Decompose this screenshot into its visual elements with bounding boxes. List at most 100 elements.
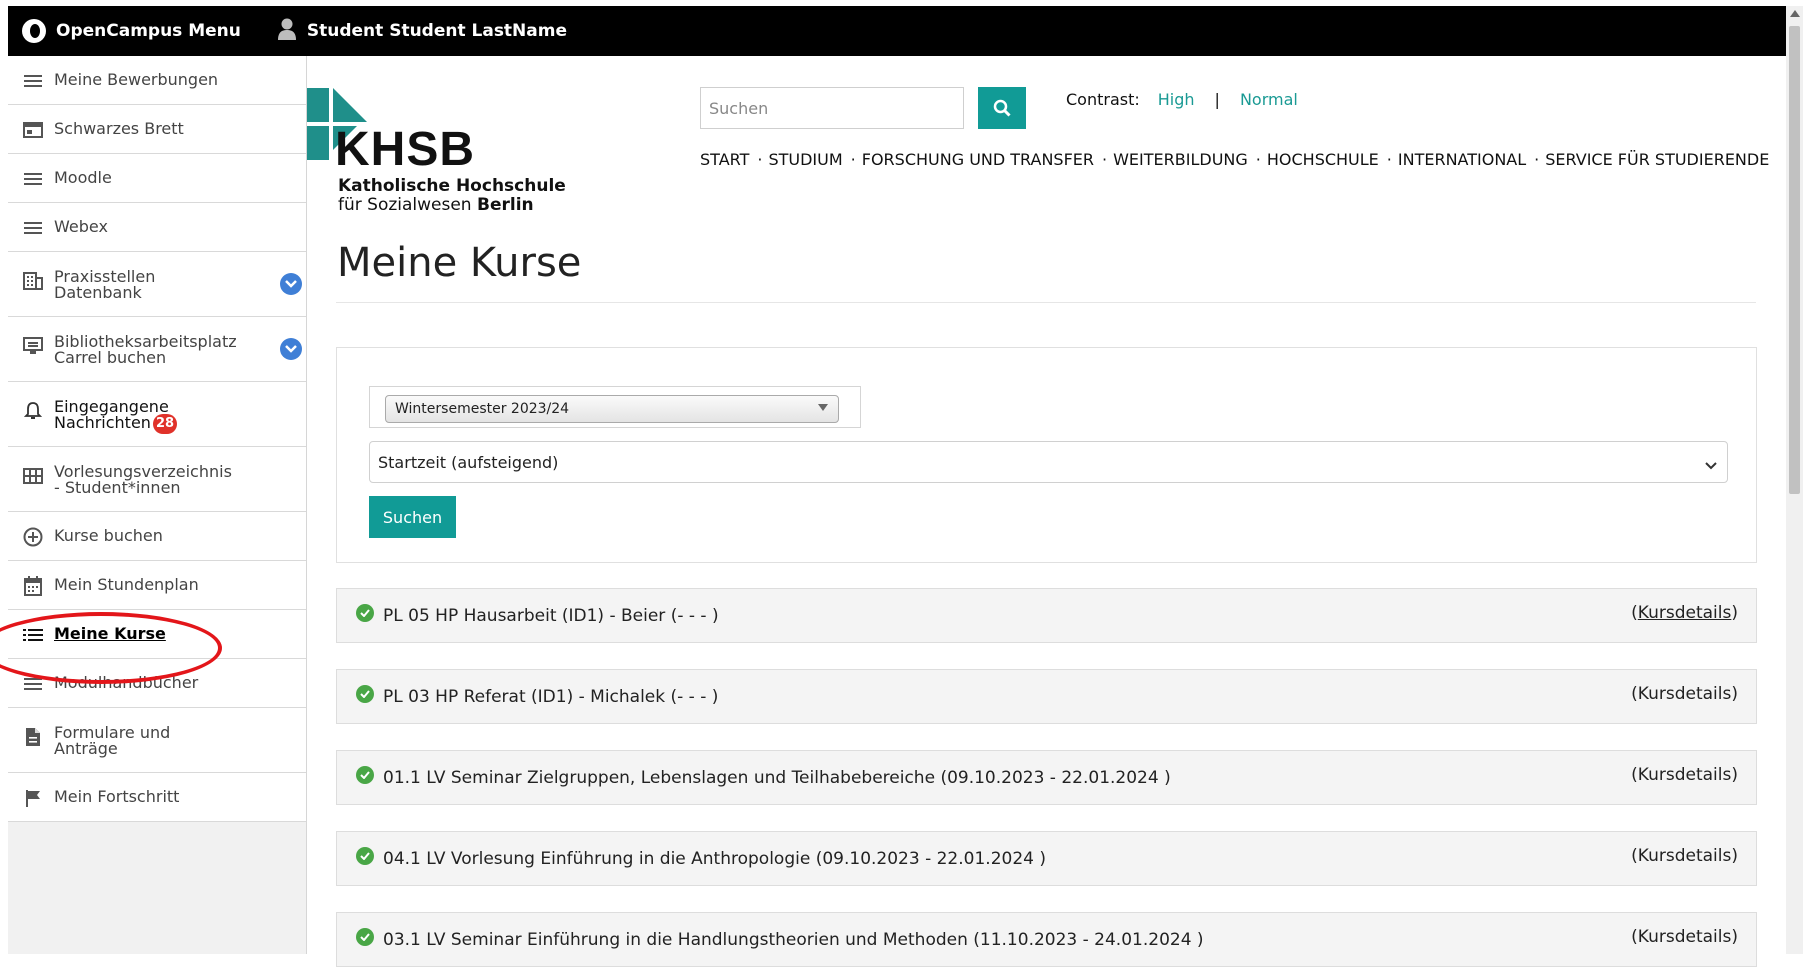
grid-icon bbox=[22, 465, 44, 487]
nav-forschung[interactable]: FORSCHUNG UND TRANSFER bbox=[862, 150, 1094, 169]
top-bar: OpenCampus Menu Student Student LastName bbox=[8, 6, 1786, 56]
nav-hochschule[interactable]: HOCHSCHULE bbox=[1267, 150, 1379, 169]
course-details-link[interactable]: (Kursdetails) bbox=[1631, 846, 1738, 866]
submit-search-button[interactable]: Suchen bbox=[369, 496, 456, 538]
nav-studium[interactable]: STUDIUM bbox=[768, 150, 842, 169]
chevron-down-icon[interactable] bbox=[280, 338, 302, 360]
check-circle-icon bbox=[356, 765, 374, 784]
main-content: KHSB Katholische Hochschule für Sozialwe… bbox=[307, 56, 1786, 967]
course-title: PL 05 HP Hausarbeit (ID1) - Beier (- - -… bbox=[383, 605, 719, 626]
sidebar-item-label: Praxisstellen Datenbank bbox=[54, 269, 155, 301]
nav-service[interactable]: SERVICE FÜR STUDIERENDE bbox=[1545, 150, 1769, 169]
search-button[interactable] bbox=[978, 87, 1026, 129]
course-details-link[interactable]: (Kursdetails) bbox=[1631, 765, 1738, 785]
check-circle-icon bbox=[356, 846, 374, 865]
dropdown-arrow-icon bbox=[818, 404, 828, 411]
logo-line-2-a: für Sozialwesen bbox=[338, 195, 477, 215]
logo-line-1: Katholische Hochschule bbox=[338, 176, 566, 196]
details-paren-open: ( bbox=[1631, 602, 1638, 623]
sidebar-item-meine-kurse[interactable]: Meine Kurse bbox=[8, 610, 306, 659]
nav-separator: · bbox=[1255, 150, 1261, 169]
sidebar-item-vorlesungsverzeichnis[interactable]: Vorlesungsverzeichnis - Student*innen bbox=[8, 447, 306, 512]
course-details-link[interactable]: (Kursdetails) bbox=[1631, 603, 1738, 623]
check-circle-icon bbox=[356, 603, 374, 622]
nav-start[interactable]: START bbox=[700, 150, 749, 169]
logo-line-2-b: Berlin bbox=[477, 195, 534, 215]
course-row: PL 03 HP Referat (ID1) - Michalek (- - -… bbox=[336, 669, 1757, 724]
sidebar-item-label: Meine Kurse bbox=[54, 624, 166, 643]
hamburger-icon bbox=[22, 217, 44, 239]
sidebar-item-webex[interactable]: Webex bbox=[8, 203, 306, 252]
board-icon bbox=[22, 119, 44, 141]
page-title: Meine Kurse bbox=[337, 240, 582, 286]
scroll-up-arrow-icon[interactable] bbox=[1790, 10, 1800, 17]
course-title: PL 03 HP Referat (ID1) - Michalek (- - -… bbox=[383, 686, 719, 707]
flag-icon bbox=[22, 787, 44, 809]
sidebar-item-mein-stundenplan[interactable]: Mein Stundenplan bbox=[8, 561, 306, 610]
course-details-link[interactable]: (Kursdetails) bbox=[1631, 684, 1738, 704]
course-title: 03.1 LV Seminar Einführung in die Handlu… bbox=[383, 929, 1204, 950]
hamburger-icon bbox=[22, 168, 44, 190]
sidebar-item-label: Webex bbox=[54, 217, 108, 236]
sidebar-item-kurse-buchen[interactable]: Kurse buchen bbox=[8, 512, 306, 561]
nav-separator: · bbox=[1386, 150, 1392, 169]
scrollbar-thumb[interactable] bbox=[1789, 26, 1800, 494]
sidebar-item-label: Eingegangene Nachrichten 28 bbox=[54, 399, 178, 435]
contrast-normal-link[interactable]: Normal bbox=[1240, 90, 1298, 109]
nav-weiterbildung[interactable]: WEITERBILDUNG bbox=[1113, 150, 1248, 169]
sidebar-item-mein-fortschritt[interactable]: Mein Fortschritt bbox=[8, 773, 306, 822]
course-title: 04.1 LV Vorlesung Einführung in die Anth… bbox=[383, 848, 1046, 869]
course-row: PL 05 HP Hausarbeit (ID1) - Beier (- - -… bbox=[336, 588, 1757, 643]
course-details-link[interactable]: (Kursdetails) bbox=[1631, 927, 1738, 947]
sidebar-item-label: Kurse buchen bbox=[54, 526, 163, 545]
chevron-down-icon[interactable] bbox=[280, 273, 302, 295]
sidebar-item-formulare[interactable]: Formulare und Anträge bbox=[8, 708, 306, 773]
sidebar-item-modulhandbuecher[interactable]: Modulhandbücher bbox=[8, 659, 306, 708]
sidebar-label-line2: Carrel buchen bbox=[54, 348, 167, 367]
sidebar-item-label: Schwarzes Brett bbox=[54, 119, 184, 138]
semester-frame: Wintersemester 2023/24 bbox=[369, 386, 861, 428]
search-icon bbox=[993, 99, 1011, 117]
sidebar-item-nachrichten[interactable]: Eingegangene Nachrichten 28 bbox=[8, 382, 306, 447]
sidebar-item-praxisstellen[interactable]: Praxisstellen Datenbank bbox=[8, 252, 306, 317]
chevron-down-icon bbox=[1705, 455, 1717, 474]
list-icon bbox=[22, 624, 44, 646]
divider bbox=[336, 302, 1756, 303]
sidebar-item-schwarzes-brett[interactable]: Schwarzes Brett bbox=[8, 105, 306, 154]
bell-icon bbox=[22, 400, 44, 422]
plus-circle-icon bbox=[22, 526, 44, 548]
contrast-high-link[interactable]: High bbox=[1158, 90, 1195, 109]
sidebar: Meine Bewerbungen Schwarzes Brett Moodle… bbox=[8, 56, 307, 954]
user-menu[interactable]: Student Student LastName bbox=[277, 18, 567, 45]
sidebar-item-label: Vorlesungsverzeichnis - Student*innen bbox=[54, 464, 232, 496]
sidebar-item-moodle[interactable]: Moodle bbox=[8, 154, 306, 203]
hamburger-icon bbox=[22, 70, 44, 92]
sort-select[interactable]: Startzeit (aufsteigend) bbox=[369, 441, 1728, 483]
sidebar-item-bibliotheksarbeitsplatz[interactable]: Bibliotheksarbeitsplatz Carrel buchen bbox=[8, 317, 306, 382]
opencampus-menu-label: OpenCampus Menu bbox=[56, 21, 241, 41]
sidebar-item-meine-bewerbungen[interactable]: Meine Bewerbungen bbox=[8, 56, 306, 105]
semester-select-value: Wintersemester 2023/24 bbox=[395, 401, 570, 417]
check-circle-icon bbox=[356, 684, 374, 703]
sidebar-item-label: Mein Stundenplan bbox=[54, 575, 199, 594]
calendar-icon bbox=[22, 575, 44, 597]
sidebar-item-label: Modulhandbücher bbox=[54, 673, 199, 692]
khsb-logo[interactable]: KHSB Katholische Hochschule für Sozialwe… bbox=[307, 88, 567, 228]
search-input[interactable] bbox=[700, 87, 964, 129]
sort-select-value: Startzeit (aufsteigend) bbox=[378, 452, 559, 472]
nav-international[interactable]: INTERNATIONAL bbox=[1398, 150, 1526, 169]
opencampus-menu-button[interactable]: OpenCampus Menu bbox=[22, 19, 241, 43]
semester-select[interactable]: Wintersemester 2023/24 bbox=[385, 395, 839, 423]
nav-separator: · bbox=[1534, 150, 1540, 169]
sidebar-item-label: Moodle bbox=[54, 168, 112, 187]
opencampus-logo-icon bbox=[22, 19, 46, 43]
sidebar-label-line2: Nachrichten bbox=[54, 413, 151, 432]
vertical-scrollbar[interactable] bbox=[1786, 6, 1803, 954]
user-icon bbox=[277, 18, 297, 45]
details-word: Kursdetails bbox=[1637, 602, 1732, 623]
contrast-label: Contrast: bbox=[1066, 90, 1140, 109]
nav-separator: · bbox=[757, 150, 763, 169]
details-paren-close: ) bbox=[1731, 602, 1738, 623]
main-nav: START · STUDIUM · FORSCHUNG UND TRANSFER… bbox=[700, 150, 1777, 169]
user-name: Student Student LastName bbox=[306, 21, 568, 41]
